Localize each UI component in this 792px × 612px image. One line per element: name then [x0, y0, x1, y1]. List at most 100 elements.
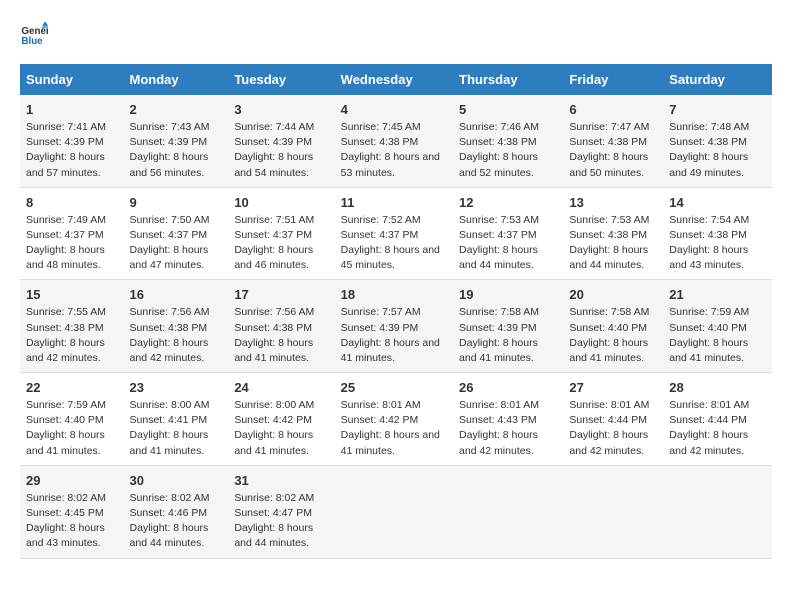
day-info: Sunrise: 8:01 AMSunset: 4:43 PMDaylight:…	[459, 398, 557, 459]
calendar-cell: 3 Sunrise: 7:44 AMSunset: 4:39 PMDayligh…	[228, 95, 334, 187]
calendar-cell: 21 Sunrise: 7:59 AMSunset: 4:40 PMDaylig…	[663, 280, 772, 373]
day-number: 15	[26, 286, 118, 305]
calendar-cell: 5 Sunrise: 7:46 AMSunset: 4:38 PMDayligh…	[453, 95, 563, 187]
calendar-cell: 24 Sunrise: 8:00 AMSunset: 4:42 PMDaylig…	[228, 373, 334, 466]
day-info: Sunrise: 8:01 AMSunset: 4:44 PMDaylight:…	[569, 398, 657, 459]
day-number: 5	[459, 101, 557, 120]
calendar-cell: 23 Sunrise: 8:00 AMSunset: 4:41 PMDaylig…	[124, 373, 229, 466]
calendar-cell: 16 Sunrise: 7:56 AMSunset: 4:38 PMDaylig…	[124, 280, 229, 373]
day-number: 22	[26, 379, 118, 398]
day-number: 30	[130, 472, 223, 491]
day-info: Sunrise: 7:58 AMSunset: 4:39 PMDaylight:…	[459, 305, 557, 366]
day-number: 29	[26, 472, 118, 491]
calendar-cell: 18 Sunrise: 7:57 AMSunset: 4:39 PMDaylig…	[335, 280, 453, 373]
day-info: Sunrise: 8:02 AMSunset: 4:47 PMDaylight:…	[234, 491, 328, 552]
day-info: Sunrise: 7:47 AMSunset: 4:38 PMDaylight:…	[569, 120, 657, 181]
day-info: Sunrise: 7:58 AMSunset: 4:40 PMDaylight:…	[569, 305, 657, 366]
day-info: Sunrise: 8:01 AMSunset: 4:42 PMDaylight:…	[341, 398, 447, 459]
logo-icon: General Blue	[20, 20, 48, 48]
weekday-header-wednesday: Wednesday	[335, 64, 453, 95]
day-info: Sunrise: 7:56 AMSunset: 4:38 PMDaylight:…	[234, 305, 328, 366]
calendar-cell	[663, 465, 772, 558]
calendar-cell	[335, 465, 453, 558]
day-number: 11	[341, 194, 447, 213]
calendar-week-row: 29 Sunrise: 8:02 AMSunset: 4:45 PMDaylig…	[20, 465, 772, 558]
day-info: Sunrise: 7:43 AMSunset: 4:39 PMDaylight:…	[130, 120, 223, 181]
day-info: Sunrise: 7:59 AMSunset: 4:40 PMDaylight:…	[26, 398, 118, 459]
calendar-cell: 13 Sunrise: 7:53 AMSunset: 4:38 PMDaylig…	[563, 187, 663, 280]
calendar-cell: 19 Sunrise: 7:58 AMSunset: 4:39 PMDaylig…	[453, 280, 563, 373]
calendar-cell: 29 Sunrise: 8:02 AMSunset: 4:45 PMDaylig…	[20, 465, 124, 558]
calendar-cell: 27 Sunrise: 8:01 AMSunset: 4:44 PMDaylig…	[563, 373, 663, 466]
day-info: Sunrise: 7:54 AMSunset: 4:38 PMDaylight:…	[669, 213, 766, 274]
calendar-cell: 6 Sunrise: 7:47 AMSunset: 4:38 PMDayligh…	[563, 95, 663, 187]
calendar-week-row: 1 Sunrise: 7:41 AMSunset: 4:39 PMDayligh…	[20, 95, 772, 187]
day-number: 3	[234, 101, 328, 120]
day-info: Sunrise: 8:01 AMSunset: 4:44 PMDaylight:…	[669, 398, 766, 459]
calendar-cell: 7 Sunrise: 7:48 AMSunset: 4:38 PMDayligh…	[663, 95, 772, 187]
day-number: 14	[669, 194, 766, 213]
calendar-cell: 12 Sunrise: 7:53 AMSunset: 4:37 PMDaylig…	[453, 187, 563, 280]
calendar-week-row: 8 Sunrise: 7:49 AMSunset: 4:37 PMDayligh…	[20, 187, 772, 280]
svg-text:Blue: Blue	[21, 36, 43, 47]
calendar-cell: 17 Sunrise: 7:56 AMSunset: 4:38 PMDaylig…	[228, 280, 334, 373]
day-info: Sunrise: 7:57 AMSunset: 4:39 PMDaylight:…	[341, 305, 447, 366]
logo: General Blue	[20, 20, 52, 48]
calendar-cell: 14 Sunrise: 7:54 AMSunset: 4:38 PMDaylig…	[663, 187, 772, 280]
calendar-cell: 20 Sunrise: 7:58 AMSunset: 4:40 PMDaylig…	[563, 280, 663, 373]
weekday-header-monday: Monday	[124, 64, 229, 95]
day-info: Sunrise: 7:55 AMSunset: 4:38 PMDaylight:…	[26, 305, 118, 366]
calendar-cell: 4 Sunrise: 7:45 AMSunset: 4:38 PMDayligh…	[335, 95, 453, 187]
calendar-cell: 10 Sunrise: 7:51 AMSunset: 4:37 PMDaylig…	[228, 187, 334, 280]
day-number: 21	[669, 286, 766, 305]
calendar-cell	[563, 465, 663, 558]
weekday-header-thursday: Thursday	[453, 64, 563, 95]
calendar-cell: 1 Sunrise: 7:41 AMSunset: 4:39 PMDayligh…	[20, 95, 124, 187]
day-info: Sunrise: 7:56 AMSunset: 4:38 PMDaylight:…	[130, 305, 223, 366]
day-info: Sunrise: 7:48 AMSunset: 4:38 PMDaylight:…	[669, 120, 766, 181]
day-number: 23	[130, 379, 223, 398]
day-number: 28	[669, 379, 766, 398]
day-info: Sunrise: 7:49 AMSunset: 4:37 PMDaylight:…	[26, 213, 118, 274]
day-number: 31	[234, 472, 328, 491]
day-info: Sunrise: 7:44 AMSunset: 4:39 PMDaylight:…	[234, 120, 328, 181]
weekday-header-tuesday: Tuesday	[228, 64, 334, 95]
day-number: 25	[341, 379, 447, 398]
day-number: 10	[234, 194, 328, 213]
calendar-cell: 11 Sunrise: 7:52 AMSunset: 4:37 PMDaylig…	[335, 187, 453, 280]
day-number: 16	[130, 286, 223, 305]
day-info: Sunrise: 7:53 AMSunset: 4:37 PMDaylight:…	[459, 213, 557, 274]
day-info: Sunrise: 7:46 AMSunset: 4:38 PMDaylight:…	[459, 120, 557, 181]
day-number: 17	[234, 286, 328, 305]
day-number: 26	[459, 379, 557, 398]
day-info: Sunrise: 7:41 AMSunset: 4:39 PMDaylight:…	[26, 120, 118, 181]
day-info: Sunrise: 7:52 AMSunset: 4:37 PMDaylight:…	[341, 213, 447, 274]
day-number: 9	[130, 194, 223, 213]
calendar-cell: 26 Sunrise: 8:01 AMSunset: 4:43 PMDaylig…	[453, 373, 563, 466]
day-info: Sunrise: 7:51 AMSunset: 4:37 PMDaylight:…	[234, 213, 328, 274]
day-info: Sunrise: 7:53 AMSunset: 4:38 PMDaylight:…	[569, 213, 657, 274]
day-number: 2	[130, 101, 223, 120]
weekday-header-sunday: Sunday	[20, 64, 124, 95]
calendar-cell: 30 Sunrise: 8:02 AMSunset: 4:46 PMDaylig…	[124, 465, 229, 558]
calendar-cell: 9 Sunrise: 7:50 AMSunset: 4:37 PMDayligh…	[124, 187, 229, 280]
calendar-week-row: 15 Sunrise: 7:55 AMSunset: 4:38 PMDaylig…	[20, 280, 772, 373]
day-info: Sunrise: 8:02 AMSunset: 4:45 PMDaylight:…	[26, 491, 118, 552]
day-info: Sunrise: 8:02 AMSunset: 4:46 PMDaylight:…	[130, 491, 223, 552]
day-number: 19	[459, 286, 557, 305]
day-number: 4	[341, 101, 447, 120]
day-info: Sunrise: 7:50 AMSunset: 4:37 PMDaylight:…	[130, 213, 223, 274]
day-number: 27	[569, 379, 657, 398]
calendar-cell	[453, 465, 563, 558]
day-number: 12	[459, 194, 557, 213]
calendar-table: SundayMondayTuesdayWednesdayThursdayFrid…	[20, 64, 772, 559]
day-info: Sunrise: 8:00 AMSunset: 4:42 PMDaylight:…	[234, 398, 328, 459]
weekday-header-saturday: Saturday	[663, 64, 772, 95]
calendar-cell: 22 Sunrise: 7:59 AMSunset: 4:40 PMDaylig…	[20, 373, 124, 466]
weekday-header-row: SundayMondayTuesdayWednesdayThursdayFrid…	[20, 64, 772, 95]
day-number: 20	[569, 286, 657, 305]
day-number: 1	[26, 101, 118, 120]
weekday-header-friday: Friday	[563, 64, 663, 95]
page-header: General Blue	[20, 20, 772, 48]
day-number: 8	[26, 194, 118, 213]
